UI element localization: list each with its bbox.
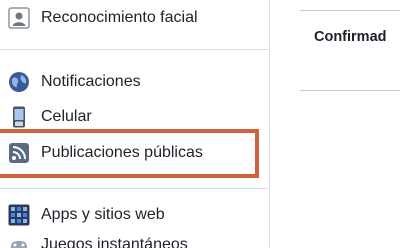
sidebar-item-mobile[interactable]: Celular: [0, 102, 269, 132]
sidebar-item-label: Notificaciones: [41, 73, 141, 90]
rss-feed-icon: [9, 143, 29, 163]
apps-grid-icon: [8, 204, 30, 226]
confirm-heading: Confirmad: [314, 29, 387, 45]
sidebar-divider: [0, 49, 269, 50]
sidebar-item-label: Reconocimiento facial: [41, 9, 198, 26]
settings-sidebar: Reconocimiento facial Notificaciones Cel…: [0, 0, 270, 248]
settings-page: Reconocimiento facial Notificaciones Cel…: [0, 0, 400, 248]
sidebar-item-face-recognition[interactable]: Reconocimiento facial: [0, 3, 269, 33]
sidebar-item-label: Apps y sitios web: [41, 206, 165, 223]
sidebar-item-label: Juegos instantáneos: [41, 236, 188, 248]
sidebar-item-label: Celular: [41, 108, 92, 125]
sidebar-item-public-posts[interactable]: Publicaciones públicas: [0, 138, 269, 168]
mobile-phone-icon: [13, 106, 25, 128]
sidebar-item-notifications[interactable]: Notificaciones: [0, 67, 269, 97]
sidebar-item-instant-games[interactable]: Juegos instantáneos: [0, 230, 269, 248]
sidebar-item-apps-websites[interactable]: Apps y sitios web: [0, 200, 269, 230]
settings-content: Confirmad: [270, 0, 400, 248]
face-recognition-icon: [8, 7, 30, 29]
sidebar-item-label: Publicaciones públicas: [41, 144, 203, 161]
globe-notifications-icon: [9, 72, 29, 92]
content-divider: [300, 90, 400, 91]
game-controller-icon: [11, 241, 27, 248]
sidebar-divider: [0, 188, 269, 189]
content-divider: [300, 10, 400, 11]
